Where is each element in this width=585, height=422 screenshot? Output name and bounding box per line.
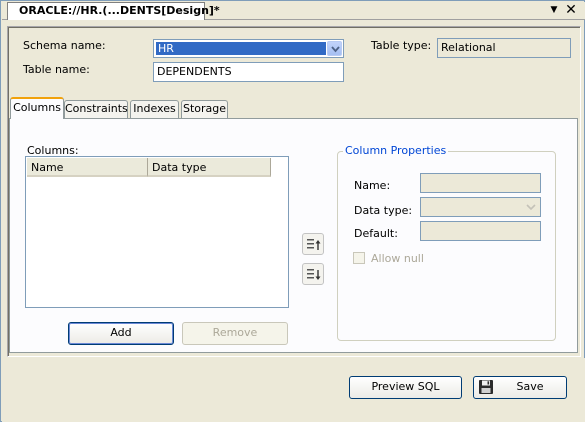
floppy-disk-icon <box>478 379 494 395</box>
table-type-value: Relational <box>437 38 571 58</box>
columns-grid[interactable]: Name Data type <box>25 156 289 308</box>
schema-name-label: Schema name: <box>23 39 106 52</box>
move-column-up-button[interactable] <box>302 233 324 255</box>
remove-column-button[interactable]: Remove <box>182 322 288 345</box>
schema-name-select[interactable]: HR <box>153 39 344 58</box>
tab-indexes[interactable]: Indexes <box>130 100 179 118</box>
save-button[interactable]: Save <box>473 376 567 399</box>
table-name-input[interactable]: DEPENDENTS <box>153 62 344 82</box>
table-type-label: Table type: <box>371 39 432 52</box>
column-data-type-label: Data type: <box>354 204 413 217</box>
allow-null-checkbox[interactable] <box>353 252 365 264</box>
schema-name-value: HR <box>156 42 326 55</box>
column-data-type-select[interactable] <box>420 197 541 217</box>
column-default-label: Default: <box>354 227 398 240</box>
preview-sql-button[interactable]: Preview SQL <box>349 376 462 399</box>
column-header-name[interactable]: Name <box>27 158 148 177</box>
column-default-input[interactable] <box>420 221 541 241</box>
chevron-down-icon[interactable] <box>524 200 538 214</box>
column-name-label: Name: <box>354 179 391 192</box>
chevron-down-icon[interactable] <box>327 41 342 56</box>
save-button-label: Save <box>516 380 544 393</box>
move-down-icon <box>307 269 321 280</box>
move-column-down-button[interactable] <box>302 263 324 285</box>
add-column-button[interactable]: Add <box>68 322 174 345</box>
move-up-icon <box>307 239 321 250</box>
column-name-input[interactable] <box>420 173 541 193</box>
tab-storage[interactable]: Storage <box>181 100 228 118</box>
document-tab[interactable]: ORACLE://HR.(...DENTS[Design]* <box>7 2 220 20</box>
tab-columns[interactable]: Columns <box>10 97 64 119</box>
column-properties-title: Column Properties <box>343 144 449 157</box>
designer-window: ORACLE://HR.(...DENTS[Design]* ▼ ✕ Schem… <box>0 0 585 422</box>
tab-list-dropdown-icon[interactable]: ▼ <box>547 3 561 17</box>
column-header-data-type[interactable]: Data type <box>148 158 271 177</box>
close-tab-icon[interactable]: ✕ <box>563 2 579 18</box>
allow-null-label: Allow null <box>371 252 424 265</box>
tab-constraints[interactable]: Constraints <box>64 100 128 118</box>
table-name-label: Table name: <box>23 63 90 76</box>
